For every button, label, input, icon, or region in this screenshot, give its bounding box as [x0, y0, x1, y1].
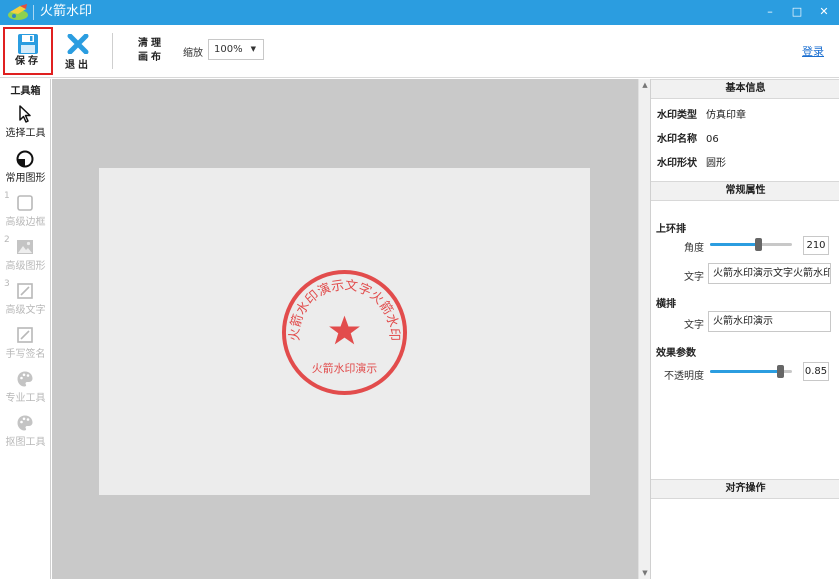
toolbox-title: 工具箱	[10, 86, 41, 97]
info-key: 水印形状	[657, 158, 697, 169]
zoom-label: 缩放	[183, 48, 203, 59]
tool-label: 专业工具	[5, 393, 46, 404]
title-separator	[33, 5, 34, 20]
angle-label: 角度	[684, 243, 704, 254]
maximize-button[interactable]: □	[783, 0, 811, 25]
tool-label: 高级边框	[5, 217, 46, 228]
horizontal-title: 横排	[656, 299, 676, 310]
window-title: 火箭水印	[40, 4, 93, 19]
zoom-value: 100%	[214, 44, 243, 55]
save-label: 保存	[15, 56, 41, 67]
general-props-header: 常规属性	[651, 181, 839, 201]
align-ops-header: 对齐操作	[651, 479, 839, 499]
tool-professional[interactable]: 专业工具	[0, 370, 51, 410]
tool-select[interactable]: 选择工具	[0, 105, 51, 145]
palette-icon	[17, 415, 33, 431]
toolbox-sidebar: 工具箱 选择工具 常用图形 1 高级边框 2 高级图形 3 高级文字 手写签名 …	[0, 79, 51, 579]
tool-label: 手写签名	[5, 349, 46, 360]
login-link[interactable]: 登录	[802, 43, 824, 59]
canvas-vertical-scrollbar[interactable]: ▲ ▼	[638, 79, 650, 579]
shape-icon	[16, 150, 34, 168]
seal-stamp[interactable]: 火箭水印演示文字火箭水印 火箭水印演示	[280, 268, 409, 397]
upper-ring-title: 上环排	[656, 224, 686, 235]
tool-label: 选择工具	[5, 128, 46, 139]
tool-cutout[interactable]: 抠图工具	[0, 414, 51, 454]
clear-label-line1: 清理	[138, 38, 164, 49]
slider-thumb[interactable]	[777, 365, 784, 378]
basic-info-header: 基本信息	[651, 79, 839, 99]
info-row-type: 水印类型 仿真印章	[657, 106, 746, 121]
tool-number: 3	[4, 279, 10, 289]
slider-thumb[interactable]	[755, 238, 762, 251]
properties-panel: 基本信息 水印类型 仿真印章 水印名称 06 水印形状 圆形 常规属性 上环排 角度 …	[650, 79, 839, 579]
canvas-page[interactable]: 火箭水印演示文字火箭水印 火箭水印演示	[99, 168, 590, 495]
signature-icon	[17, 327, 33, 343]
main-toolbar: 保存 退出 清理 画布 缩放 100% ▼ 登录	[0, 25, 839, 78]
stamp-horizontal-text: 火箭水印演示	[312, 361, 378, 375]
tool-advanced-border[interactable]: 1 高级边框	[0, 191, 51, 234]
info-row-name: 水印名称 06	[657, 130, 719, 145]
tool-common-shapes[interactable]: 常用图形	[0, 150, 51, 190]
app-logo-icon	[8, 4, 28, 20]
toolbar-divider	[112, 33, 113, 69]
slider-fill	[710, 370, 780, 373]
save-button[interactable]: 保存	[3, 27, 53, 75]
info-key: 水印名称	[657, 134, 697, 145]
tool-label: 常用图形	[5, 173, 46, 184]
dropdown-caret-icon: ▼	[250, 45, 256, 53]
title-bar: 火箭水印 – □ ✕	[0, 0, 839, 25]
info-key: 水印类型	[657, 110, 697, 121]
info-value: 06	[706, 134, 719, 145]
text-edit-icon	[17, 283, 33, 299]
minimize-button[interactable]: –	[756, 0, 784, 25]
close-button[interactable]: ✕	[810, 0, 838, 25]
tool-advanced-text[interactable]: 3 高级文字	[0, 279, 51, 322]
info-value: 圆形	[706, 158, 726, 169]
image-icon	[17, 240, 33, 254]
canvas-area[interactable]: 火箭水印演示文字火箭水印 火箭水印演示	[52, 79, 638, 579]
opacity-input[interactable]: 0.85	[803, 362, 829, 381]
horizontal-text-input[interactable]: 火箭水印演示	[708, 311, 831, 332]
angle-input[interactable]: 210	[803, 236, 829, 255]
clear-canvas-button[interactable]: 清理 画布	[132, 37, 170, 65]
tool-label: 高级图形	[5, 261, 46, 272]
palette-icon	[17, 371, 33, 387]
info-row-shape: 水印形状 圆形	[657, 154, 726, 169]
tool-number: 1	[4, 191, 10, 201]
opacity-label: 不透明度	[664, 371, 704, 382]
clear-label-line2: 画布	[138, 52, 164, 63]
zoom-dropdown[interactable]: 100% ▼	[208, 39, 264, 60]
effect-params-title: 效果参数	[656, 348, 696, 359]
horizontal-text-label: 文字	[684, 320, 704, 331]
cursor-icon	[19, 105, 31, 123]
angle-slider[interactable]	[710, 236, 792, 252]
info-value: 仿真印章	[706, 110, 746, 121]
tool-number: 2	[4, 235, 10, 245]
opacity-slider[interactable]	[710, 363, 792, 379]
tool-handwritten-signature[interactable]: 手写签名	[0, 326, 51, 366]
border-icon	[17, 195, 33, 211]
arc-text-label: 文字	[684, 272, 704, 283]
slider-fill	[710, 243, 758, 246]
close-x-icon	[67, 34, 89, 54]
arc-text-input[interactable]: 火箭水印演示文字火箭水印	[708, 263, 831, 284]
exit-button[interactable]: 退出	[58, 25, 98, 77]
star-icon	[329, 315, 360, 345]
tool-label: 抠图工具	[5, 437, 46, 448]
exit-label: 退出	[65, 60, 91, 71]
tool-label: 高级文字	[5, 305, 46, 316]
tool-advanced-image[interactable]: 2 高级图形	[0, 235, 51, 278]
